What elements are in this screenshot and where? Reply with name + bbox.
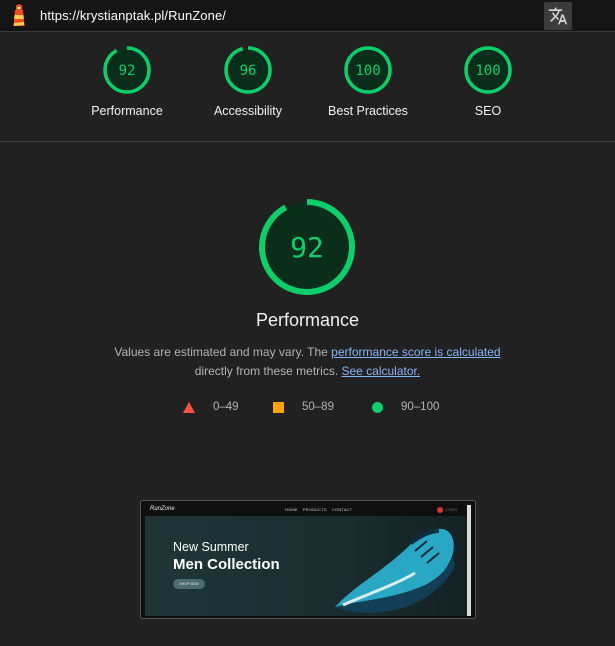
translate-button[interactable] bbox=[544, 2, 572, 30]
gauge-performance[interactable]: 92 Performance bbox=[67, 46, 187, 118]
desc-text: Values are estimated and may vary. The bbox=[114, 345, 332, 359]
lighthouse-icon bbox=[13, 4, 25, 26]
legend-range: 50–89 bbox=[302, 401, 334, 413]
screenshot-scrollbar bbox=[467, 505, 471, 616]
performance-score: 92 bbox=[290, 231, 324, 264]
gauge-score: 100 bbox=[355, 63, 380, 79]
nav-link: HOME bbox=[285, 507, 298, 512]
legend-range: 0–49 bbox=[213, 401, 239, 413]
score-legend: 0–49 50–89 90–100 bbox=[0, 401, 615, 417]
calculator-link[interactable]: See calculator. bbox=[341, 364, 420, 378]
nav-link: CONTACT bbox=[331, 507, 353, 512]
desc-text: directly from these metrics. bbox=[194, 364, 342, 378]
final-screenshot[interactable]: RunZone HOME PRODUCTS CONTACT LOGIN New Su… bbox=[140, 500, 476, 619]
shoe-image bbox=[335, 528, 455, 613]
gauge-label: Best Practices bbox=[328, 104, 408, 118]
legend-item-pass: 90–100 bbox=[372, 401, 439, 413]
score-gauge: 100 bbox=[464, 46, 512, 94]
score-gauge: 96 bbox=[224, 46, 272, 94]
score-gauge: 92 bbox=[103, 46, 151, 94]
section-title: Performance bbox=[255, 310, 360, 330]
hero-title: Men Collection bbox=[173, 556, 280, 573]
legend-range: 90–100 bbox=[401, 401, 440, 413]
top-bar: https://krystianptak.pl/RunZone/ bbox=[0, 0, 615, 32]
gauge-best-practices[interactable]: 100 Best Practices bbox=[308, 46, 428, 118]
performance-gauge: 92 bbox=[259, 199, 355, 295]
hero-subtitle: New Summer bbox=[173, 540, 249, 554]
triangle-icon bbox=[183, 401, 195, 413]
gauge-label: Accessibility bbox=[213, 104, 283, 118]
hero-button: SHOP NOW bbox=[173, 579, 205, 589]
gauge-label: SEO bbox=[474, 104, 502, 118]
score-calculation-link[interactable]: performance score is calculated bbox=[331, 345, 500, 359]
gauge-seo[interactable]: 100 SEO bbox=[428, 46, 548, 118]
nav-link: PRODUCTS bbox=[302, 507, 327, 512]
circle-icon bbox=[372, 401, 383, 413]
score-gauge: 100 bbox=[344, 46, 392, 94]
screenshot-nav-links: HOME PRODUCTS CONTACT bbox=[285, 507, 357, 512]
gauge-score: 100 bbox=[475, 63, 500, 79]
category-gauges: 92 Performance 96 Accessibility 100 Best… bbox=[0, 32, 615, 142]
score-description: Values are estimated and may vary. The p… bbox=[0, 343, 615, 381]
gauge-score: 96 bbox=[240, 63, 257, 79]
gauge-accessibility[interactable]: 96 Accessibility bbox=[188, 46, 308, 118]
page-url[interactable]: https://krystianptak.pl/RunZone/ bbox=[40, 8, 226, 23]
screenshot-login: LOGIN bbox=[446, 508, 457, 512]
cart-icon bbox=[437, 507, 443, 513]
screenshot-page: RunZone HOME PRODUCTS CONTACT LOGIN New Su… bbox=[145, 505, 467, 616]
gauge-score: 92 bbox=[119, 63, 136, 79]
screenshot-brand: RunZone bbox=[150, 506, 175, 512]
square-icon bbox=[273, 401, 284, 413]
gauge-label: Performance bbox=[91, 104, 163, 118]
legend-item-average: 50–89 bbox=[273, 401, 334, 413]
translate-icon bbox=[548, 7, 568, 25]
legend-item-fail: 0–49 bbox=[183, 401, 239, 413]
